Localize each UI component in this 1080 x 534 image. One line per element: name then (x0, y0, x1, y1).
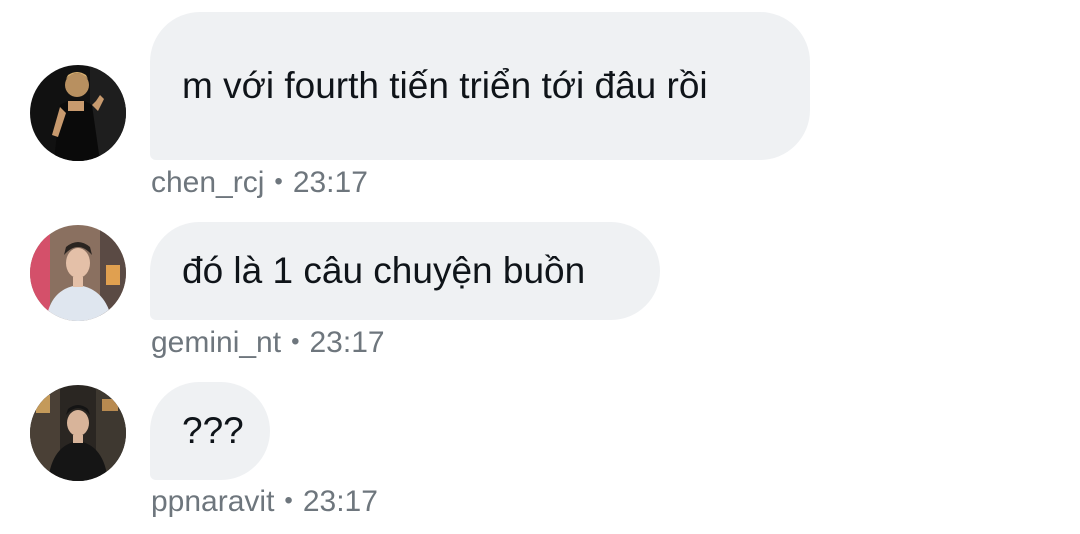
message-bubble[interactable]: m với fourth tiến triển tới đâu rồi (150, 12, 810, 160)
username-link[interactable]: ppnaravit (151, 485, 274, 518)
message-bubble[interactable]: ??? (150, 382, 270, 480)
avatar[interactable] (30, 385, 126, 481)
timestamp: 23:17 (302, 485, 378, 518)
message-text: ??? (182, 410, 244, 451)
separator-dot: • (284, 487, 293, 514)
avatar[interactable] (30, 225, 126, 321)
username-link[interactable]: chen_rcj (151, 166, 264, 199)
timestamp: 23:17 (309, 326, 385, 359)
message-text: đó là 1 câu chuyện buồn (182, 250, 586, 291)
timestamp: 23:17 (292, 166, 368, 199)
avatar[interactable] (30, 65, 126, 161)
separator-dot: • (274, 168, 283, 195)
username-link[interactable]: gemini_nt (151, 326, 281, 359)
message-meta: ppnaravit • 23:17 (151, 484, 378, 519)
message-bubble[interactable]: đó là 1 câu chuyện buồn (150, 222, 660, 320)
message-meta: chen_rcj • 23:17 (151, 165, 368, 200)
person-avatar-icon (30, 385, 126, 481)
message-text: m với fourth tiến triển tới đâu rồi (182, 65, 708, 106)
separator-dot: • (291, 328, 300, 355)
person-avatar-icon (30, 225, 126, 321)
person-avatar-icon (30, 65, 126, 161)
message-meta: gemini_nt • 23:17 (151, 325, 385, 360)
